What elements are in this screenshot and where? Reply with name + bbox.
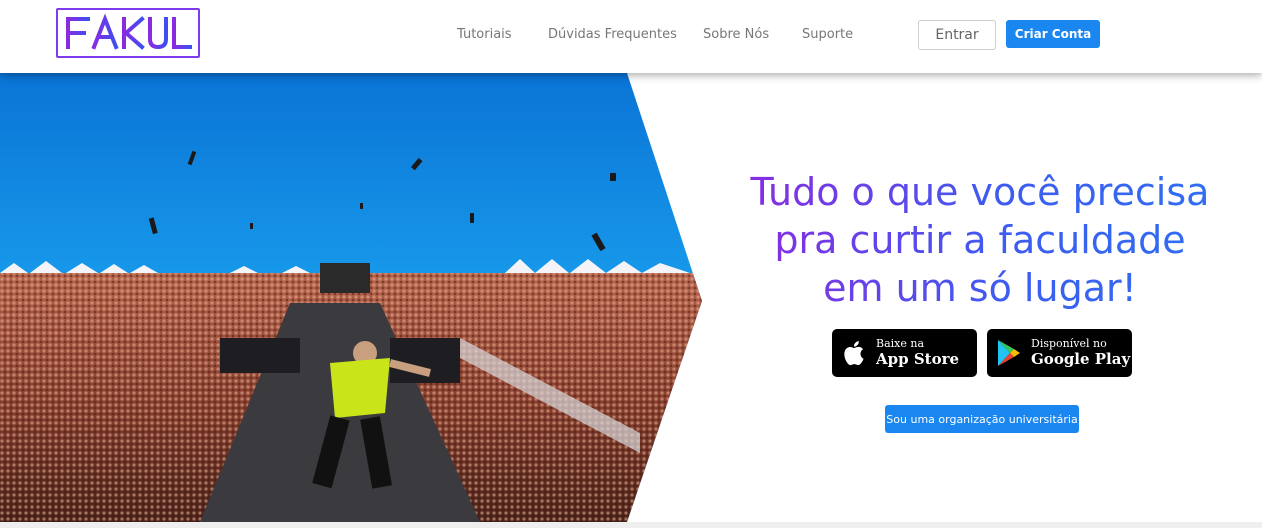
hero-headline: Tudo o que você precisa pra curtir a fac… [740, 168, 1220, 312]
university-organization-button[interactable]: Sou uma organização universitária [885, 405, 1079, 433]
fakul-logo[interactable] [56, 8, 200, 58]
nav-link-duvidas-frequentes[interactable]: Dúvidas Frequentes [548, 27, 677, 42]
app-store-sub: Baixe na [876, 337, 925, 350]
top-navbar: Tutoriais Dúvidas Frequentes Sobre Nós S… [0, 0, 1262, 73]
login-button[interactable]: Entrar [918, 20, 996, 50]
signup-button[interactable]: Criar Conta [1006, 20, 1100, 48]
app-store-main: App Store [876, 350, 960, 368]
apple-icon [832, 340, 876, 366]
google-play-sub: Disponível no [1031, 337, 1107, 350]
bottom-divider [0, 522, 1262, 528]
nav-link-tutoriais[interactable]: Tutoriais [457, 27, 512, 42]
nav-link-suporte[interactable]: Suporte [802, 27, 853, 42]
app-store-button[interactable]: Baixe na App Store [832, 329, 977, 377]
headline-line-3: em um só lugar! [823, 266, 1137, 310]
headline-line-2: pra curtir a faculdade [774, 218, 1186, 262]
headline-line-1: Tudo o que você precisa [750, 170, 1210, 214]
google-play-icon [987, 339, 1031, 367]
nav-link-sobre-nos[interactable]: Sobre Nós [703, 27, 769, 42]
logo-wordmark [66, 13, 192, 50]
google-play-button[interactable]: Disponível no Google Play [987, 329, 1132, 377]
google-play-main: Google Play [1031, 350, 1131, 368]
hero-festival-photo [0, 73, 702, 522]
